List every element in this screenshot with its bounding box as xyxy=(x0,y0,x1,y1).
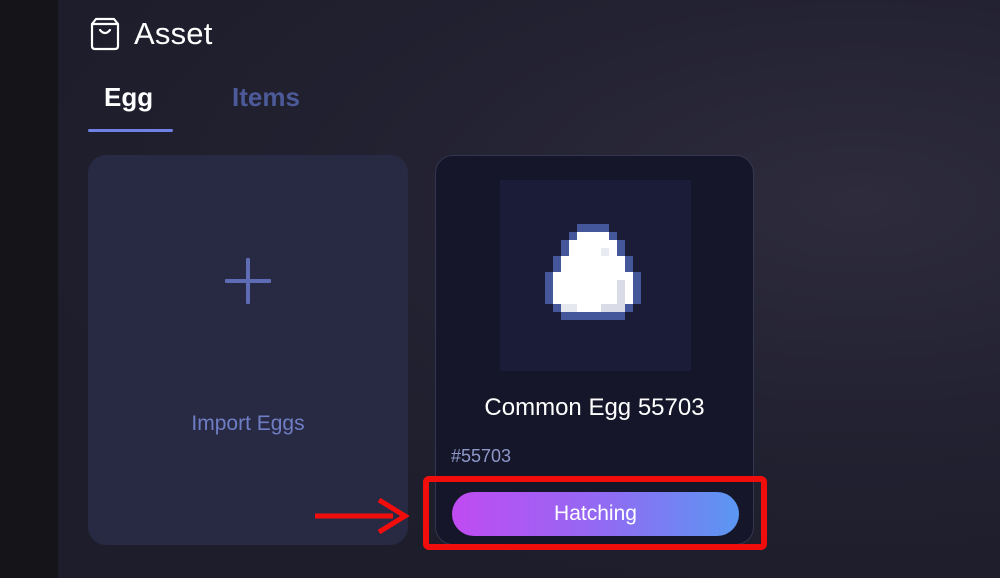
import-eggs-label: Import Eggs xyxy=(191,412,305,435)
import-eggs-card[interactable]: Import Eggs xyxy=(88,155,408,545)
egg-name: Common Egg 55703 xyxy=(484,394,705,421)
page-header: Asset xyxy=(88,16,213,52)
egg-id: #55703 xyxy=(451,446,512,466)
highlight-annotation xyxy=(423,476,767,550)
egg-image xyxy=(500,180,691,371)
page-title: Asset xyxy=(134,16,213,51)
tab-items[interactable]: Items xyxy=(232,82,300,113)
shopping-bag-icon xyxy=(90,17,120,51)
arrow-annotation-icon xyxy=(315,497,410,535)
tab-egg[interactable]: Egg xyxy=(104,82,153,113)
asset-tabs: Egg Items xyxy=(88,82,348,134)
egg-icon xyxy=(545,224,641,320)
plus-icon xyxy=(225,258,271,304)
active-tab-indicator xyxy=(88,129,173,132)
left-sidebar xyxy=(0,0,58,578)
